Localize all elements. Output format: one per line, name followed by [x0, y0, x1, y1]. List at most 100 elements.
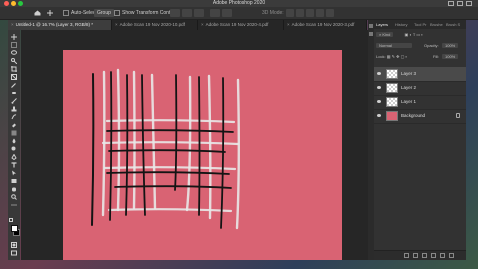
add-mask-icon[interactable] [422, 253, 427, 258]
link-layers-icon[interactable] [404, 253, 409, 258]
type-tool-icon[interactable] [11, 162, 17, 168]
layer-thumbnail [386, 111, 398, 121]
clone-stamp-icon[interactable] [11, 106, 17, 112]
filter-adjustment-icon[interactable]: ◐ [409, 32, 411, 37]
panel-tabs: Layers History Tool Pr Brushe Brush S [374, 20, 466, 29]
home-icon[interactable] [34, 10, 41, 16]
more-tools-icon[interactable] [11, 202, 17, 208]
move-tool-icon[interactable] [47, 10, 53, 16]
layer-row-layer-2[interactable]: Layer 2 [374, 81, 466, 96]
add-style-icon[interactable] [413, 253, 418, 258]
tab-layers[interactable]: Layers [376, 20, 388, 29]
healing-brush-icon[interactable] [11, 90, 17, 96]
document-canvas[interactable] [63, 50, 342, 260]
panel-footer [374, 250, 466, 260]
path-selection-icon[interactable] [11, 170, 17, 176]
panel-scrollbar[interactable] [466, 20, 478, 260]
3d-orbit-button[interactable] [286, 9, 294, 17]
tab-adobe-scan-3[interactable]: × Adobe Scan 19 Nov 2020-3.pdf [284, 20, 367, 30]
tab-untitled-1[interactable]: × Untitled-1 @ 16.7% (Layer 3, RGB/8) * [8, 20, 112, 30]
lasso-tool-icon[interactable] [11, 50, 17, 56]
opacity-input[interactable]: 100% [442, 43, 459, 48]
marquee-tool-icon[interactable] [11, 42, 17, 48]
close-tab-icon[interactable]: × [287, 22, 290, 27]
align-right-button[interactable] [194, 9, 204, 17]
tab-brush-settings[interactable]: Brush S [446, 20, 460, 29]
lock-pixels-icon[interactable]: ▦ [387, 54, 391, 59]
tab-adobe-scan-4[interactable]: × Adobe Scan 19 Nov 2020-4.pdf [198, 20, 284, 30]
align-center-button[interactable] [182, 9, 192, 17]
close-tab-icon[interactable]: × [115, 22, 118, 27]
lock-paint-icon[interactable]: ✎ [392, 54, 395, 59]
eye-icon[interactable] [377, 100, 381, 103]
move-tool-icon[interactable] [11, 34, 17, 40]
canvas-area[interactable] [21, 30, 368, 260]
rectangle-tool-icon[interactable] [11, 178, 17, 184]
filter-smart-icon[interactable]: ▪ [421, 32, 422, 37]
close-tab-icon[interactable]: × [11, 22, 14, 27]
foreground-color-swatch[interactable] [11, 225, 18, 232]
filter-pixel-icon[interactable]: ▣ [405, 32, 409, 37]
lock-artboard-icon[interactable]: ▢ [401, 54, 405, 59]
layer-row-layer-3[interactable]: Layer 3 [374, 67, 466, 82]
pen-tool-icon[interactable] [11, 154, 17, 160]
kind-filter-dropdown[interactable]: ⌕ Kind [376, 32, 394, 37]
distribute-button[interactable] [210, 9, 220, 17]
filter-type-icon[interactable]: T [413, 32, 415, 37]
eye-icon[interactable] [377, 72, 381, 75]
more-options-button[interactable] [222, 9, 232, 17]
frame-tool-icon[interactable] [11, 74, 17, 80]
layer-row-layer-1[interactable]: Layer 1 [374, 95, 466, 110]
tools-panel [8, 30, 20, 260]
brush-tool-icon[interactable] [11, 98, 17, 104]
eyedropper-icon[interactable] [11, 82, 17, 88]
trash-icon[interactable] [449, 253, 454, 258]
quick-mask-icon[interactable] [11, 242, 17, 248]
close-tab-icon[interactable]: × [201, 22, 204, 27]
tab-tool-presets[interactable]: Tool Pr [414, 20, 426, 29]
layer-row-background[interactable]: Background [374, 109, 466, 124]
filter-shape-icon[interactable]: ▭ [416, 32, 420, 37]
3d-slide-button[interactable] [316, 9, 324, 17]
3d-pan-button[interactable] [306, 9, 314, 17]
auto-select-dropdown[interactable]: Group [94, 9, 114, 17]
3d-roll-button[interactable] [296, 9, 304, 17]
eye-icon[interactable] [377, 86, 381, 89]
default-colors-icon[interactable] [9, 218, 13, 222]
gradient-tool-icon[interactable] [11, 130, 17, 136]
quick-selection-icon[interactable] [11, 58, 17, 64]
lock-all-icon[interactable]: ▪ [405, 54, 406, 59]
eye-icon[interactable] [377, 114, 381, 117]
dodge-tool-icon[interactable] [11, 146, 17, 152]
lock-move-icon[interactable]: ✥ [396, 54, 399, 59]
eraser-tool-icon[interactable] [11, 122, 17, 128]
crop-tool-icon[interactable] [11, 66, 17, 72]
new-group-icon[interactable] [431, 253, 436, 258]
blur-tool-icon[interactable] [11, 138, 17, 144]
fill-input[interactable]: 100% [442, 54, 459, 59]
blend-mode-dropdown[interactable]: Normal [376, 43, 412, 48]
document-tabs: × Untitled-1 @ 16.7% (Layer 3, RGB/8) * ×… [8, 20, 367, 30]
layer-thumbnail [386, 97, 398, 107]
adjustments-icon[interactable] [369, 32, 373, 36]
blend-row: Normal Opacity: 100% [376, 43, 459, 48]
screen-mode-icon[interactable] [11, 250, 17, 256]
properties-icon[interactable] [369, 24, 373, 28]
auto-select-checkbox[interactable]: Auto-Select: [63, 9, 98, 17]
share-icon[interactable] [466, 1, 472, 6]
search-icon[interactable] [448, 1, 454, 6]
align-left-button[interactable] [170, 9, 180, 17]
tab-brushes[interactable]: Brushe [430, 20, 443, 29]
hand-tool-icon[interactable] [11, 186, 17, 192]
zoom-tool-icon[interactable] [11, 194, 17, 200]
new-layer-icon[interactable] [440, 253, 445, 258]
show-transform-checkbox[interactable]: Show Transform Controls [114, 9, 178, 17]
workspace-icon[interactable] [457, 1, 463, 6]
tab-history[interactable]: History [395, 20, 407, 29]
lock-row: Lock: ▦ ✎ ✥ ▢ ▪ Fill: 100% [376, 54, 459, 59]
tab-adobe-scan-10[interactable]: × Adobe Scan 19 Nov 2020-10.pdf [112, 20, 198, 30]
history-brush-icon[interactable] [11, 114, 17, 120]
layer-name: Layer 1 [401, 99, 417, 104]
auto-select-value: Group [94, 9, 114, 17]
3d-scale-button[interactable] [326, 9, 334, 17]
